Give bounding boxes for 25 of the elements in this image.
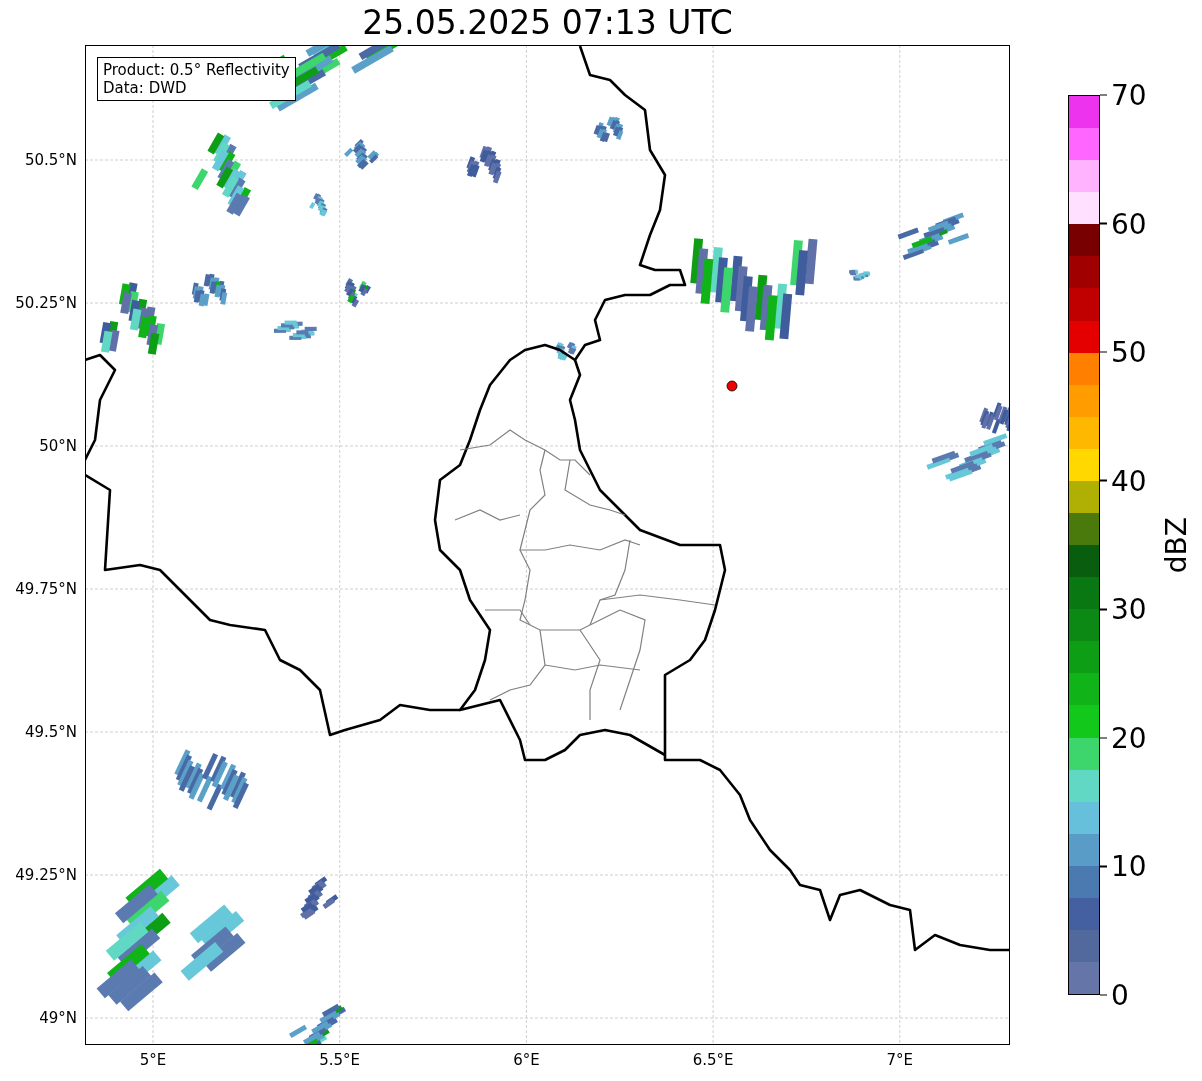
axis-tick-label: 50.5°N [24,151,77,169]
axis-tick-label: 50.25°N [15,294,77,312]
chart-title: 25.05.2025 07:13 UTC [362,2,733,44]
axis-tick-label: 49.5°N [24,723,77,741]
axis-tick-label: 7°E [886,1051,914,1069]
colorbar-tick-label: 20 [1111,721,1147,755]
axis-tick-label: 5°E [139,1051,167,1069]
axis-tick-label: 6.5°E [692,1051,734,1069]
colorbar-tick-label: 30 [1111,592,1147,626]
axis-tick-label: 49.25°N [15,866,77,884]
info-text: Product: 0.5° Reflectivity [103,61,290,79]
axis-tick-label: 5.5°E [319,1051,361,1069]
axis-tick-label: 49°N [39,1009,77,1027]
colorbar-tick-label: 70 [1111,78,1147,112]
radar-site-marker [726,380,738,392]
colorbar-label: dBZ [1160,516,1193,574]
info-text: Data: DWD [103,79,188,97]
colorbar-tick-label: 60 [1111,207,1147,241]
colorbar-tick-label: 50 [1111,335,1147,369]
colorbar-tick-label: 40 [1111,464,1147,498]
axis-tick-label: 50°N [39,437,77,455]
colorbar-tick-label: 10 [1111,849,1147,883]
axis-tick-label: 49.75°N [15,580,77,598]
axis-tick-label: 6°E [513,1051,540,1069]
colorbar-tick-label: 0 [1111,978,1129,1012]
